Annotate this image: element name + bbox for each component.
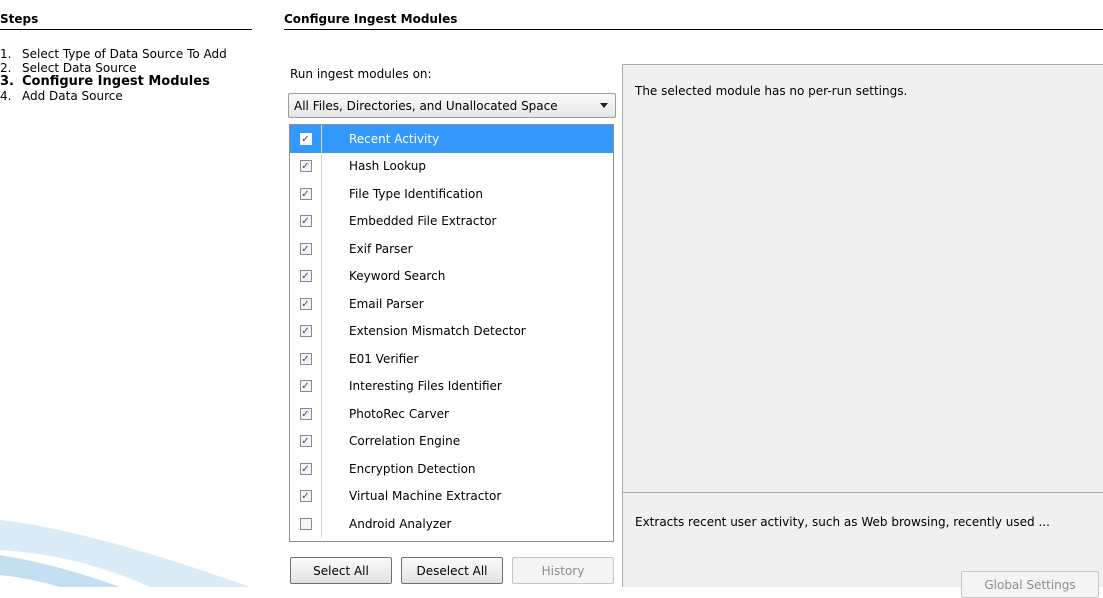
checkbox-checked[interactable]: ✓ [299, 490, 312, 503]
module-description: Extracts recent user activity, such as W… [635, 515, 1050, 529]
step-number: 1. [0, 47, 12, 61]
history-button[interactable]: History [512, 557, 614, 584]
step-label: Select Data Source [22, 61, 137, 75]
step-number: 3. [0, 74, 14, 89]
module-checkbox-cell: ✓ [290, 262, 322, 290]
module-name: Keyword Search [349, 269, 446, 284]
module-checkbox-cell: ✓ [290, 290, 322, 318]
checkbox-checked[interactable]: ✓ [299, 462, 312, 475]
page-title: Configure Ingest Modules [284, 12, 1103, 30]
checkbox-checked[interactable]: ✓ [299, 435, 312, 448]
step-number: 4. [0, 89, 12, 103]
module-name: Correlation Engine [349, 434, 461, 449]
module-description-panel: Extracts recent user activity, such as W… [622, 492, 1103, 598]
ingest-module-list[interactable]: ✓ Recent Activity ✓ Hash Lookup ✓ File Type I… [289, 124, 614, 542]
module-checkbox-cell: ✓ [290, 180, 322, 208]
steps-title: Steps [0, 12, 252, 30]
module-row[interactable]: ✓ PhotoRec Carver [290, 400, 613, 428]
module-settings-panel: The selected module has no per-run setti… [622, 64, 1103, 542]
step-label: Configure Ingest Modules [22, 74, 210, 89]
module-row[interactable]: ✓ Hash Lookup [290, 152, 613, 180]
run-on-dropdown-value: All Files, Directories, and Unallocated … [294, 98, 558, 113]
checkbox-checked[interactable]: ✓ [299, 215, 312, 228]
module-checkbox-cell: ✓ [290, 152, 322, 180]
module-checkbox-cell: ✓ [290, 455, 322, 483]
steps-list: 1. Select Type of Data Source To Add 2. … [0, 47, 255, 103]
checkbox-checked[interactable]: ✓ [299, 407, 312, 420]
checkbox-checked[interactable]: ✓ [299, 160, 312, 173]
module-row[interactable]: Android Analyzer [290, 510, 613, 538]
module-name: Exif Parser [349, 241, 413, 256]
step-item: 2. Select Data Source [0, 61, 255, 75]
run-on-label: Run ingest modules on: [290, 67, 432, 81]
module-name: PhotoRec Carver [349, 406, 449, 421]
module-row[interactable]: ✓ Virtual Machine Extractor [290, 482, 613, 510]
module-row[interactable]: ✓ Extension Mismatch Detector [290, 317, 613, 345]
module-checkbox-cell [290, 510, 322, 538]
module-checkbox-cell: ✓ [290, 400, 322, 428]
module-name: Extension Mismatch Detector [349, 324, 526, 339]
run-on-dropdown[interactable]: All Files, Directories, and Unallocated … [288, 93, 616, 118]
module-name: Virtual Machine Extractor [349, 489, 502, 504]
module-name: Email Parser [349, 296, 424, 311]
module-checkbox-cell: ✓ [290, 427, 322, 455]
module-row[interactable]: ✓ Email Parser [290, 290, 613, 318]
module-checkbox-cell: ✓ [290, 207, 322, 235]
background-swoosh-graphic [0, 520, 250, 587]
module-row[interactable]: ✓ Interesting Files Identifier [290, 372, 613, 400]
checkbox-checked[interactable]: ✓ [299, 270, 312, 283]
module-name: Interesting Files Identifier [349, 379, 502, 394]
module-checkbox-cell: ✓ [290, 235, 322, 263]
step-item: 1. Select Type of Data Source To Add [0, 47, 255, 61]
step-item: 4. Add Data Source [0, 89, 255, 103]
settings-message: The selected module has no per-run setti… [635, 84, 908, 98]
chevron-down-icon [600, 103, 608, 108]
checkbox-checked[interactable]: ✓ [299, 297, 312, 310]
checkbox-checked[interactable]: ✓ [299, 325, 312, 338]
module-name: Hash Lookup [349, 159, 427, 174]
step-label: Add Data Source [22, 89, 123, 103]
module-name: Recent Activity [349, 131, 440, 146]
checkbox-checked[interactable]: ✓ [299, 380, 312, 393]
module-name: Embedded File Extractor [349, 214, 497, 229]
module-row[interactable]: ✓ Keyword Search [290, 262, 613, 290]
step-item-current: 3. Configure Ingest Modules [0, 75, 255, 89]
select-all-button[interactable]: Select All [290, 557, 392, 584]
module-row[interactable]: ✓ E01 Verifier [290, 345, 613, 373]
module-checkbox-cell: ✓ [290, 482, 322, 510]
module-checkbox-cell: ✓ [290, 125, 322, 153]
module-row[interactable]: ✓ Embedded File Extractor [290, 207, 613, 235]
global-settings-button[interactable]: Global Settings [961, 571, 1099, 598]
module-row[interactable]: ✓ Exif Parser [290, 235, 613, 263]
steps-panel: Steps 1. Select Type of Data Source To A… [0, 0, 255, 587]
module-row[interactable]: ✓ Recent Activity [290, 125, 613, 153]
module-checkbox-cell: ✓ [290, 372, 322, 400]
module-checkbox-cell: ✓ [290, 317, 322, 345]
checkbox-unchecked[interactable] [299, 517, 312, 530]
module-row[interactable]: ✓ Encryption Detection [290, 455, 613, 483]
checkbox-checked[interactable]: ✓ [299, 352, 312, 365]
checkbox-checked[interactable]: ✓ [299, 132, 312, 145]
step-number: 2. [0, 61, 12, 75]
module-checkbox-cell: ✓ [290, 345, 322, 373]
module-row[interactable]: ✓ File Type Identification [290, 180, 613, 208]
module-row[interactable]: ✓ Correlation Engine [290, 427, 613, 455]
step-label: Select Type of Data Source To Add [22, 47, 227, 61]
module-name: Encryption Detection [349, 461, 476, 476]
module-name: Android Analyzer [349, 516, 452, 531]
module-name: E01 Verifier [349, 351, 419, 366]
deselect-all-button[interactable]: Deselect All [401, 557, 503, 584]
module-name: File Type Identification [349, 186, 483, 201]
configure-ingest-panel: Configure Ingest Modules Run ingest modu… [282, 0, 1103, 598]
checkbox-checked[interactable]: ✓ [299, 187, 312, 200]
checkbox-checked[interactable]: ✓ [299, 242, 312, 255]
